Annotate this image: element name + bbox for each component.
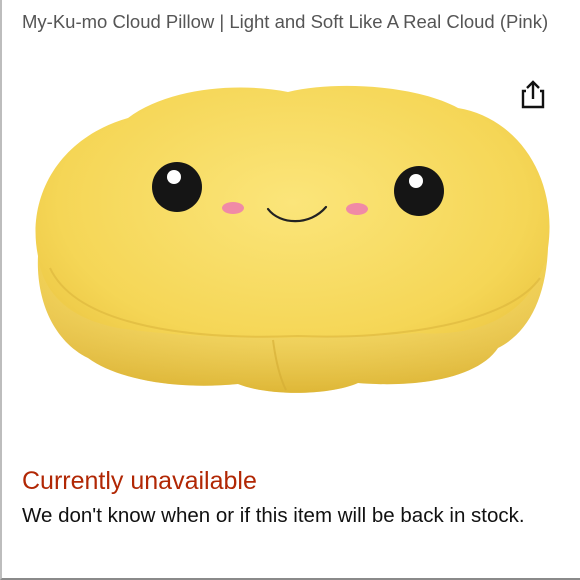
product-title: My-Ku-mo Cloud Pillow | Light and Soft L… [22, 11, 549, 32]
availability-note: We don't know when or if this item will … [22, 504, 525, 527]
availability-status: Currently unavailable [22, 467, 257, 495]
left-eye [152, 162, 202, 212]
right-cheek [346, 203, 368, 215]
product-image[interactable] [18, 78, 566, 423]
left-cheek [222, 202, 244, 214]
right-eye [394, 166, 444, 216]
